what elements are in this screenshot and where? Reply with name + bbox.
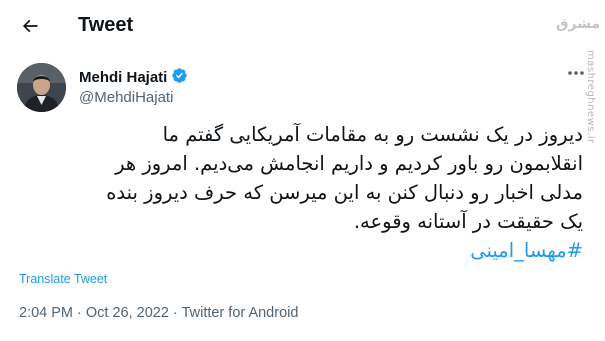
translate-tweet-link[interactable]: Translate Tweet: [19, 272, 107, 286]
tweet-source[interactable]: Twitter for Android: [182, 305, 299, 321]
tweet-date[interactable]: Oct 26, 2022: [86, 305, 169, 321]
author-name-text: Mehdi Hajati: [79, 69, 168, 86]
author-handle[interactable]: @MehdiHajati: [79, 89, 173, 106]
verified-badge-icon: [171, 67, 188, 88]
tweet-line: انقلابمون رو باور کردیم و داریم انجامش م…: [115, 152, 583, 175]
tweet-text: دیروز در یک نشست رو به مقامات آمریکایی گ…: [8, 120, 583, 265]
meta-separator: ·: [77, 305, 86, 321]
tweet-line: یک حقیقت در آستانه وقوعه.: [353, 210, 583, 233]
hashtag-link[interactable]: #مهسا_امینی: [8, 236, 583, 265]
tweet-meta: 2:04 PM · Oct 26, 2022 · Twitter for And…: [19, 305, 298, 321]
tweet-time[interactable]: 2:04 PM: [19, 305, 73, 321]
author-name[interactable]: Mehdi Hajati: [79, 67, 188, 88]
more-options-icon[interactable]: [566, 66, 586, 80]
tweet-line: دیروز در یک نشست رو به مقامات آمریکایی گ…: [162, 123, 583, 146]
tweet-line: مدلی اخبار رو دنبال کنن به این میرسن که …: [106, 181, 583, 204]
meta-separator: ·: [172, 305, 182, 321]
back-arrow-icon[interactable]: [14, 10, 46, 42]
watermark-logo: مشرق: [556, 16, 601, 32]
avatar[interactable]: [17, 63, 66, 112]
page-title: Tweet: [78, 14, 134, 36]
tweet-header: Tweet: [0, 0, 605, 52]
watermark-site: mashreghnews.ir: [585, 50, 596, 144]
